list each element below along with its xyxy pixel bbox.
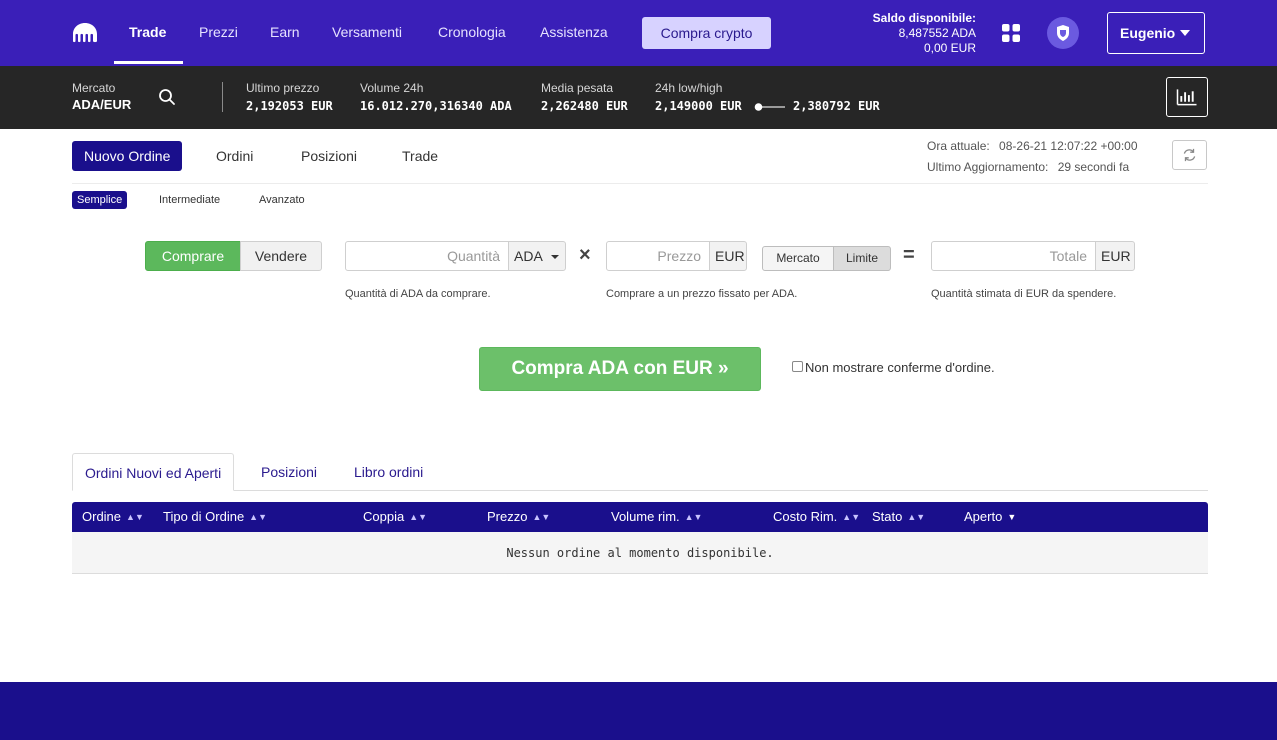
current-time-label: Ora attuale:	[927, 139, 990, 153]
balance-eur: 0,00 EUR	[923, 41, 976, 55]
sort-icon: ▲▼	[684, 512, 703, 522]
price-help: Comprare a un prezzo fissato per ADA.	[606, 288, 798, 300]
last-update-value: 29 secondi fa	[1057, 160, 1130, 174]
subtab-simple[interactable]: Semplice	[72, 191, 128, 209]
sort-icon: ▲▼	[409, 512, 428, 522]
top-nav: Trade Prezzi Earn Versamenti Cronologia …	[0, 0, 1277, 66]
current-time: Ora attuale: 08-26-21 12:07:22 +00:00	[927, 139, 1138, 153]
shield-icon	[1057, 25, 1069, 41]
market-pair[interactable]: ADA/EUR	[72, 97, 131, 112]
sort-icon: ▲▼	[249, 512, 267, 522]
quantity-input[interactable]: Quantità	[345, 241, 509, 271]
empty-orders-message: Nessun ordine al momento disponibile.	[506, 546, 774, 560]
nav-versamenti[interactable]: Versamenti	[332, 24, 402, 40]
price-range-indicator	[754, 103, 785, 111]
vwap-value: 2,262480 EUR	[541, 99, 628, 113]
market-label: Mercato	[72, 81, 116, 95]
subtab-advanced[interactable]: Avanzato	[259, 191, 305, 209]
total-currency-addon: EUR	[1095, 241, 1135, 271]
quantity-currency-label: ADA	[514, 248, 543, 264]
kraken-logo-icon[interactable]	[72, 22, 98, 44]
user-name: Eugenio	[1120, 25, 1176, 41]
orders-table-header: Ordine ▲▼ Tipo di Ordine ▲▼ Coppia ▲▼ Prezz…	[72, 502, 1208, 532]
tab-positions[interactable]: Posizioni	[301, 141, 357, 171]
search-icon[interactable]	[158, 88, 176, 106]
col-status[interactable]: Stato ▲▼	[872, 502, 925, 532]
sort-icon: ▲▼	[532, 512, 551, 522]
col-volume-remaining[interactable]: Volume rim. ▲▼	[611, 502, 702, 532]
col-opened[interactable]: Aperto ▼	[964, 502, 1016, 532]
nav-cronologia[interactable]: Cronologia	[438, 24, 506, 40]
balance-ada: 8,487552 ADA	[898, 26, 976, 40]
sort-icon: ▲▼	[907, 512, 926, 522]
skip-confirm-checkbox[interactable]	[792, 361, 803, 372]
sell-toggle-button[interactable]: Vendere	[240, 241, 322, 271]
available-balance: Saldo disponibile: 8,487552 ADA 0,00 EUR	[873, 11, 976, 56]
tabs-divider	[72, 183, 1208, 184]
col-order-type[interactable]: Tipo di Ordine ▲▼	[163, 502, 267, 532]
user-menu-button[interactable]: Eugenio	[1107, 12, 1205, 54]
sort-desc-icon: ▼	[1007, 512, 1017, 522]
refresh-button[interactable]	[1172, 140, 1207, 170]
nav-active-indicator	[114, 61, 183, 64]
low-value: 2,149000 EUR	[655, 99, 742, 113]
tab-bottom-positions[interactable]: Posizioni	[261, 453, 317, 491]
balance-title: Saldo disponibile:	[872, 11, 976, 25]
orders-table-body: Nessun ordine al momento disponibile.	[72, 532, 1208, 574]
page-footer	[0, 682, 1277, 740]
bottom-tabs-divider	[72, 490, 1208, 491]
caret-down-icon	[551, 255, 559, 259]
nav-trade[interactable]: Trade	[129, 24, 166, 40]
buy-crypto-button[interactable]: Compra crypto	[642, 17, 771, 49]
vwap-label: Media pesata	[541, 81, 614, 95]
col-pair[interactable]: Coppia ▲▼	[363, 502, 427, 532]
nav-earn[interactable]: Earn	[270, 24, 300, 40]
apps-grid-icon[interactable]	[1002, 24, 1020, 42]
col-cost-remaining[interactable]: Costo Rim. ▲▼	[773, 502, 860, 532]
tab-trades[interactable]: Trade	[402, 141, 438, 171]
nav-prezzi[interactable]: Prezzi	[199, 24, 238, 40]
last-price-value: 2,192053 EUR	[246, 99, 333, 113]
total-help: Quantità stimata di EUR da spendere.	[931, 288, 1117, 300]
chart-toggle-button[interactable]	[1166, 77, 1208, 117]
col-order[interactable]: Ordine ▲▼	[82, 502, 144, 532]
sort-icon: ▲▼	[842, 512, 861, 522]
col-price[interactable]: Prezzo ▲▼	[487, 502, 550, 532]
limit-order-button[interactable]: Limite	[833, 246, 891, 271]
skip-confirm-label[interactable]: Non mostrare conferme d'ordine.	[805, 360, 995, 375]
quantity-help: Quantità di ADA da comprare.	[345, 288, 491, 300]
market-order-button[interactable]: Mercato	[762, 246, 834, 271]
tab-order-book[interactable]: Libro ordini	[354, 453, 423, 491]
ticker-divider	[222, 82, 223, 112]
current-time-value: 08-26-21 12:07:22 +00:00	[999, 139, 1138, 153]
sort-icon: ▲▼	[126, 512, 144, 522]
total-input[interactable]: Totale	[931, 241, 1096, 271]
equals-operator: =	[903, 244, 915, 266]
tab-new-order[interactable]: Nuovo Ordine	[72, 141, 183, 171]
last-update-label: Ultimo Aggiornamento:	[927, 160, 1049, 174]
lowhigh-label: 24h low/high	[655, 81, 723, 95]
caret-down-icon	[1180, 30, 1190, 36]
tab-open-orders[interactable]: Ordini Nuovi ed Aperti	[72, 453, 235, 491]
buy-toggle-button[interactable]: Comprare	[145, 241, 241, 271]
multiply-operator: ×	[579, 244, 591, 266]
security-button[interactable]	[1047, 17, 1079, 49]
price-currency-addon: EUR	[709, 241, 747, 271]
last-update: Ultimo Aggiornamento: 29 secondi fa	[927, 160, 1129, 174]
price-input[interactable]: Prezzo	[606, 241, 710, 271]
quantity-currency-select[interactable]: ADA	[508, 241, 566, 271]
submit-buy-button[interactable]: Compra ADA con EUR »	[479, 347, 761, 391]
bar-chart-icon	[1176, 89, 1197, 106]
market-ticker: Mercato ADA/EUR Ultimo prezzo 2,192053 E…	[0, 66, 1277, 129]
nav-assistenza[interactable]: Assistenza	[540, 24, 608, 40]
volume-value: 16.012.270,316340 ADA	[360, 99, 512, 113]
refresh-icon	[1183, 148, 1196, 162]
high-value: 2,380792 EUR	[793, 99, 880, 113]
last-price-label: Ultimo prezzo	[246, 81, 320, 95]
subtab-intermediate[interactable]: Intermediate	[159, 191, 220, 209]
volume-label: Volume 24h	[360, 81, 424, 95]
tab-orders[interactable]: Ordini	[216, 141, 253, 171]
